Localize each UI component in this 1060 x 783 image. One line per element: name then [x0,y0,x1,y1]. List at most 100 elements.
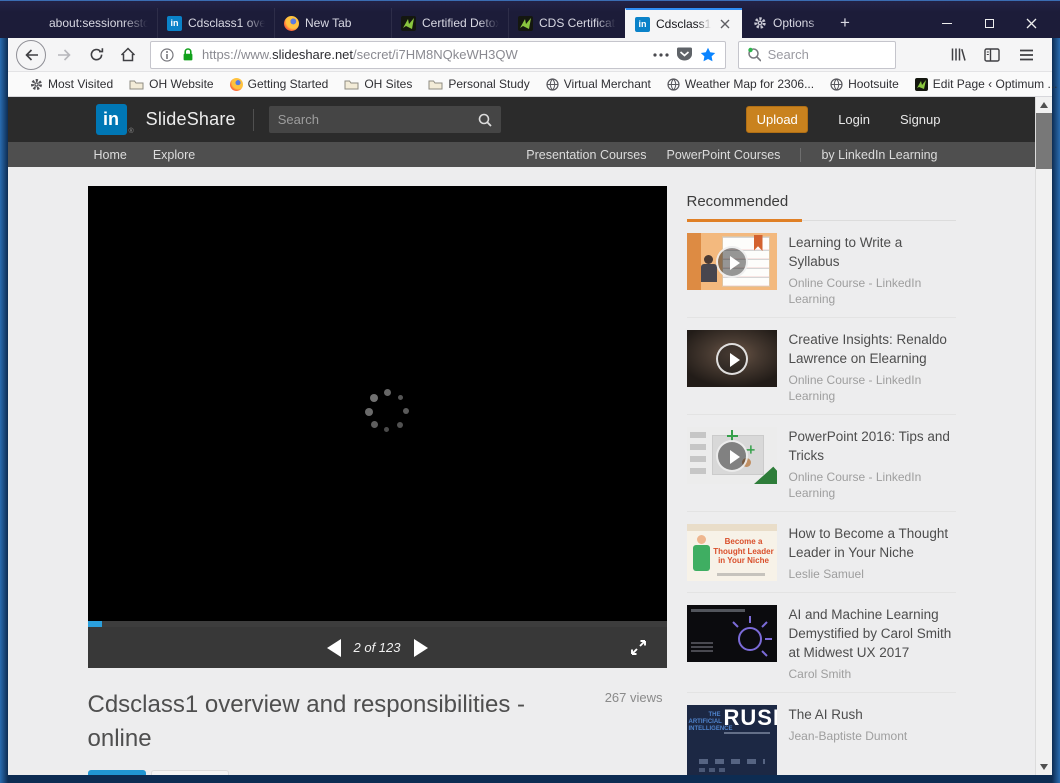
page-actions-icon[interactable] [653,53,669,57]
scroll-down-arrow[interactable] [1040,764,1048,770]
bookmark-weather-map[interactable]: Weather Map for 2306... [659,73,822,95]
gear-icon [752,16,767,31]
list-item[interactable]: PowerPoint 2016: Tips and Tricks Online … [687,415,956,512]
reload-button[interactable] [82,41,110,69]
bookmark-oh-website[interactable]: OH Website [121,73,221,95]
menu-button[interactable] [1012,41,1040,69]
slide-display-area[interactable] [88,186,667,621]
folder-icon [344,78,359,90]
recommended-thumbnail[interactable] [687,233,777,290]
login-link[interactable]: Login [838,112,870,127]
nav-home[interactable]: Home [94,148,127,162]
recommended-thumbnail[interactable] [687,605,777,662]
upload-button[interactable]: Upload [746,106,808,133]
recommended-thumbnail[interactable]: Become a Thought Leader in Your Niche [687,524,777,581]
scroll-up-arrow[interactable] [1040,102,1048,108]
subnav-divider [800,148,801,162]
bookmark-label: Edit Page ‹ Optimum ... [933,77,1058,91]
slide-counter: 2 of 123 [354,640,401,655]
bookmark-edit-page[interactable]: Edit Page ‹ Optimum ... [907,73,1060,95]
info-icon[interactable] [160,48,174,62]
play-icon [716,343,748,375]
nav-by-linkedin-learning[interactable]: by LinkedIn Learning [821,148,937,162]
magnifier-icon[interactable] [478,113,492,127]
list-item[interactable]: Become a Thought Leader in Your Niche Ho… [687,512,956,593]
bookmark-most-visited[interactable]: Most Visited [22,73,121,95]
window-controls [926,8,1052,38]
bookmark-oh-sites[interactable]: OH Sites [336,73,420,95]
new-tab-button[interactable]: + [830,8,860,38]
next-slide-button[interactable] [414,639,428,657]
list-item[interactable]: Creative Insights: Renaldo Lawrence on E… [687,318,956,415]
recommended-subtitle: Online Course - LinkedIn Learning [789,275,956,307]
nav-presentation-courses[interactable]: Presentation Courses [526,148,646,162]
tab-label: Cdsclass1 o [656,17,711,31]
fullscreen-button[interactable] [630,639,647,656]
tab-label: about:sessionrestore [49,16,148,30]
scrollbar-thumb[interactable] [1036,113,1052,169]
tab-certified-detox[interactable]: Certified Detoxi [391,8,508,38]
slideshare-search-box[interactable] [269,106,501,133]
list-item[interactable]: Learning to Write a Syllabus Online Cour… [687,221,956,318]
recommended-thumbnail[interactable]: THE ARTIFICIAL INTELLIGENCE RUSH [687,705,777,775]
secondary-action-button[interactable] [151,770,229,775]
nav-explore[interactable]: Explore [153,148,195,162]
slide-player: 2 of 123 Cdsclass1 overview and responsi… [88,186,667,775]
slideshare-brand[interactable]: SlideShare [146,109,236,130]
recommended-title[interactable]: Creative Insights: Renaldo Lawrence on E… [789,330,956,368]
bookmark-label: Personal Study [448,77,529,91]
back-button[interactable] [16,40,46,70]
list-item[interactable]: THE ARTIFICIAL INTELLIGENCE RUSH The AI … [687,693,956,775]
previous-slide-button[interactable] [327,639,341,657]
bookmark-personal-study[interactable]: Personal Study [420,73,537,95]
recommended-title[interactable]: How to Become a Thought Leader in Your N… [789,524,956,562]
url-text[interactable]: https://www.slideshare.net/secret/i7HM8N… [202,47,646,62]
bookmark-getting-started[interactable]: Getting Started [222,73,337,95]
tab-cdsclass1-active[interactable]: in Cdsclass1 o [625,8,742,38]
list-item[interactable]: AI and Machine Learning Demystified by C… [687,593,956,693]
recommended-title[interactable]: AI and Machine Learning Demystified by C… [789,605,956,662]
tab-session-restore[interactable]: about:sessionrestore [40,8,157,38]
back-arrow-icon [24,48,39,62]
tab-cds-certification[interactable]: CDS Certificatio [508,8,625,38]
recommended-title[interactable]: Learning to Write a Syllabus [789,233,956,271]
recommended-title[interactable]: PowerPoint 2016: Tips and Tricks [789,427,956,465]
bookmark-label: OH Sites [364,77,412,91]
bookmark-virtual-merchant[interactable]: Virtual Merchant [538,73,659,95]
tab-label: Cdsclass1 overv [188,16,265,30]
maximize-button[interactable] [968,8,1010,38]
slideshare-search-input[interactable] [278,112,478,127]
linkedin-logo[interactable]: in [96,104,127,135]
sidebar-toggle-button[interactable] [978,41,1006,69]
leaf-icon [915,78,928,91]
library-button[interactable] [944,41,972,69]
thumbnail-text: Become a Thought Leader in Your Niche [712,537,776,566]
bookmark-label: Hootsuite [848,77,899,91]
page-scrollbar[interactable] [1035,97,1052,775]
minimize-button[interactable] [926,8,968,38]
bookmark-star-icon[interactable] [700,47,716,62]
nav-powerpoint-courses[interactable]: PowerPoint Courses [666,148,780,162]
signup-link[interactable]: Signup [900,112,940,127]
tab-options[interactable]: Options [742,8,830,38]
recommended-thumbnail[interactable] [687,427,777,484]
url-bar[interactable]: https://www.slideshare.net/secret/i7HM8N… [150,41,726,69]
lightbulb-doodle [725,613,775,658]
recommended-title[interactable]: The AI Rush [789,705,908,724]
tab-label: Certified Detoxi [422,16,499,30]
bookmark-hootsuite[interactable]: Hootsuite [822,73,907,95]
padlock-icon[interactable] [181,47,195,62]
bookmark-label: Virtual Merchant [564,77,651,91]
tab-cdsclass1-overview[interactable]: in Cdsclass1 overv [157,8,274,38]
tab-close-icon[interactable] [717,16,733,32]
close-button[interactable] [1010,8,1052,38]
recommended-thumbnail[interactable] [687,330,777,387]
search-input[interactable] [768,47,887,62]
forward-button[interactable] [50,41,78,69]
tab-new-tab[interactable]: New Tab [274,8,391,38]
pocket-icon[interactable] [676,47,693,62]
home-button[interactable] [114,41,142,69]
share-button[interactable] [88,770,146,775]
loading-spinner [365,389,411,435]
search-bar[interactable] [738,41,896,69]
